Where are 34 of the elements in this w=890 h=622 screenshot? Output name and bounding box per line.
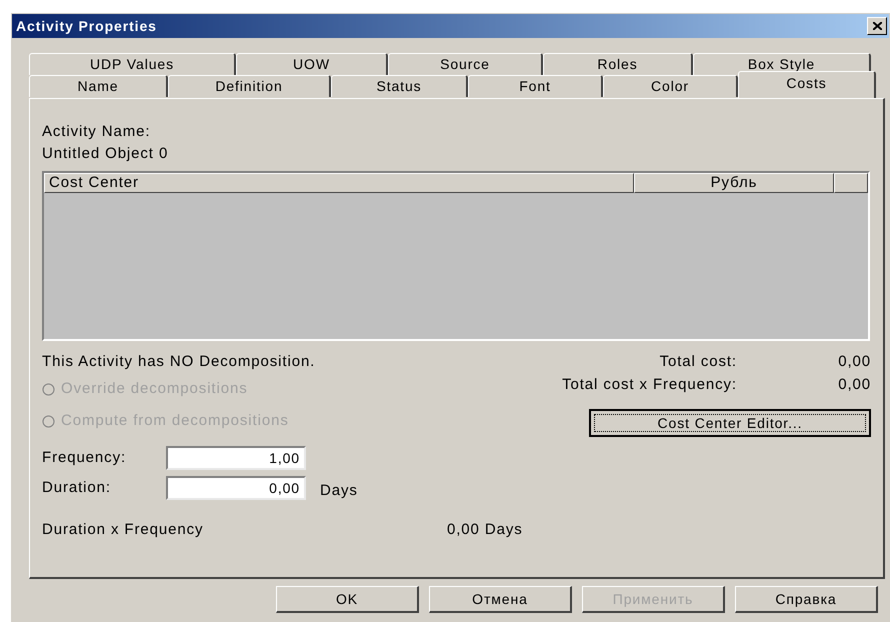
field-label: Frequency: [42, 448, 128, 468]
field-label: Duration: [42, 478, 112, 498]
column-header [834, 173, 868, 193]
total-value: 0,00 [837, 352, 871, 372]
tab[interactable]: Costs [738, 71, 876, 98]
product-label: Duration x Frequency [42, 520, 204, 540]
column-header[interactable]: Cost Center [44, 173, 634, 193]
total-value: 0,00 [837, 374, 871, 395]
decomposition-note: This Activity has NO Decomposition. [42, 352, 316, 372]
input-field[interactable]: 1,00 [166, 446, 306, 470]
close-button[interactable] [867, 17, 887, 35]
close-icon [872, 22, 882, 30]
dialog-button[interactable]: Справка [735, 586, 878, 613]
activity-name-value: Untitled Object 0 [42, 144, 170, 164]
cost-center-editor-button[interactable]: Cost Center Editor... [589, 409, 871, 437]
tab[interactable]: Status [331, 75, 468, 97]
dialog-button[interactable]: Отмена [429, 586, 572, 613]
tab[interactable]: UOW [236, 53, 388, 75]
product-value: 0,00 Days [447, 520, 523, 540]
tab[interactable]: Font [468, 75, 603, 97]
tab[interactable]: UDP Values [29, 53, 236, 75]
column-header[interactable]: Рубль [634, 173, 834, 193]
tab[interactable]: Color [603, 75, 738, 97]
tab[interactable]: Roles [543, 53, 693, 75]
tab[interactable]: Name [29, 75, 168, 97]
window-title: Activity Properties [16, 16, 157, 36]
tab[interactable]: Definition [168, 75, 331, 97]
activity-name-label: Activity Name: [42, 122, 152, 141]
unit-label: Days [320, 480, 358, 501]
input-field[interactable]: 0,00 [166, 476, 306, 500]
total-label: Total cost x Frequency: [561, 374, 737, 395]
dialog-button[interactable]: OK [276, 586, 419, 613]
tab[interactable]: Source [388, 53, 543, 75]
total-label: Total cost: [658, 352, 737, 372]
